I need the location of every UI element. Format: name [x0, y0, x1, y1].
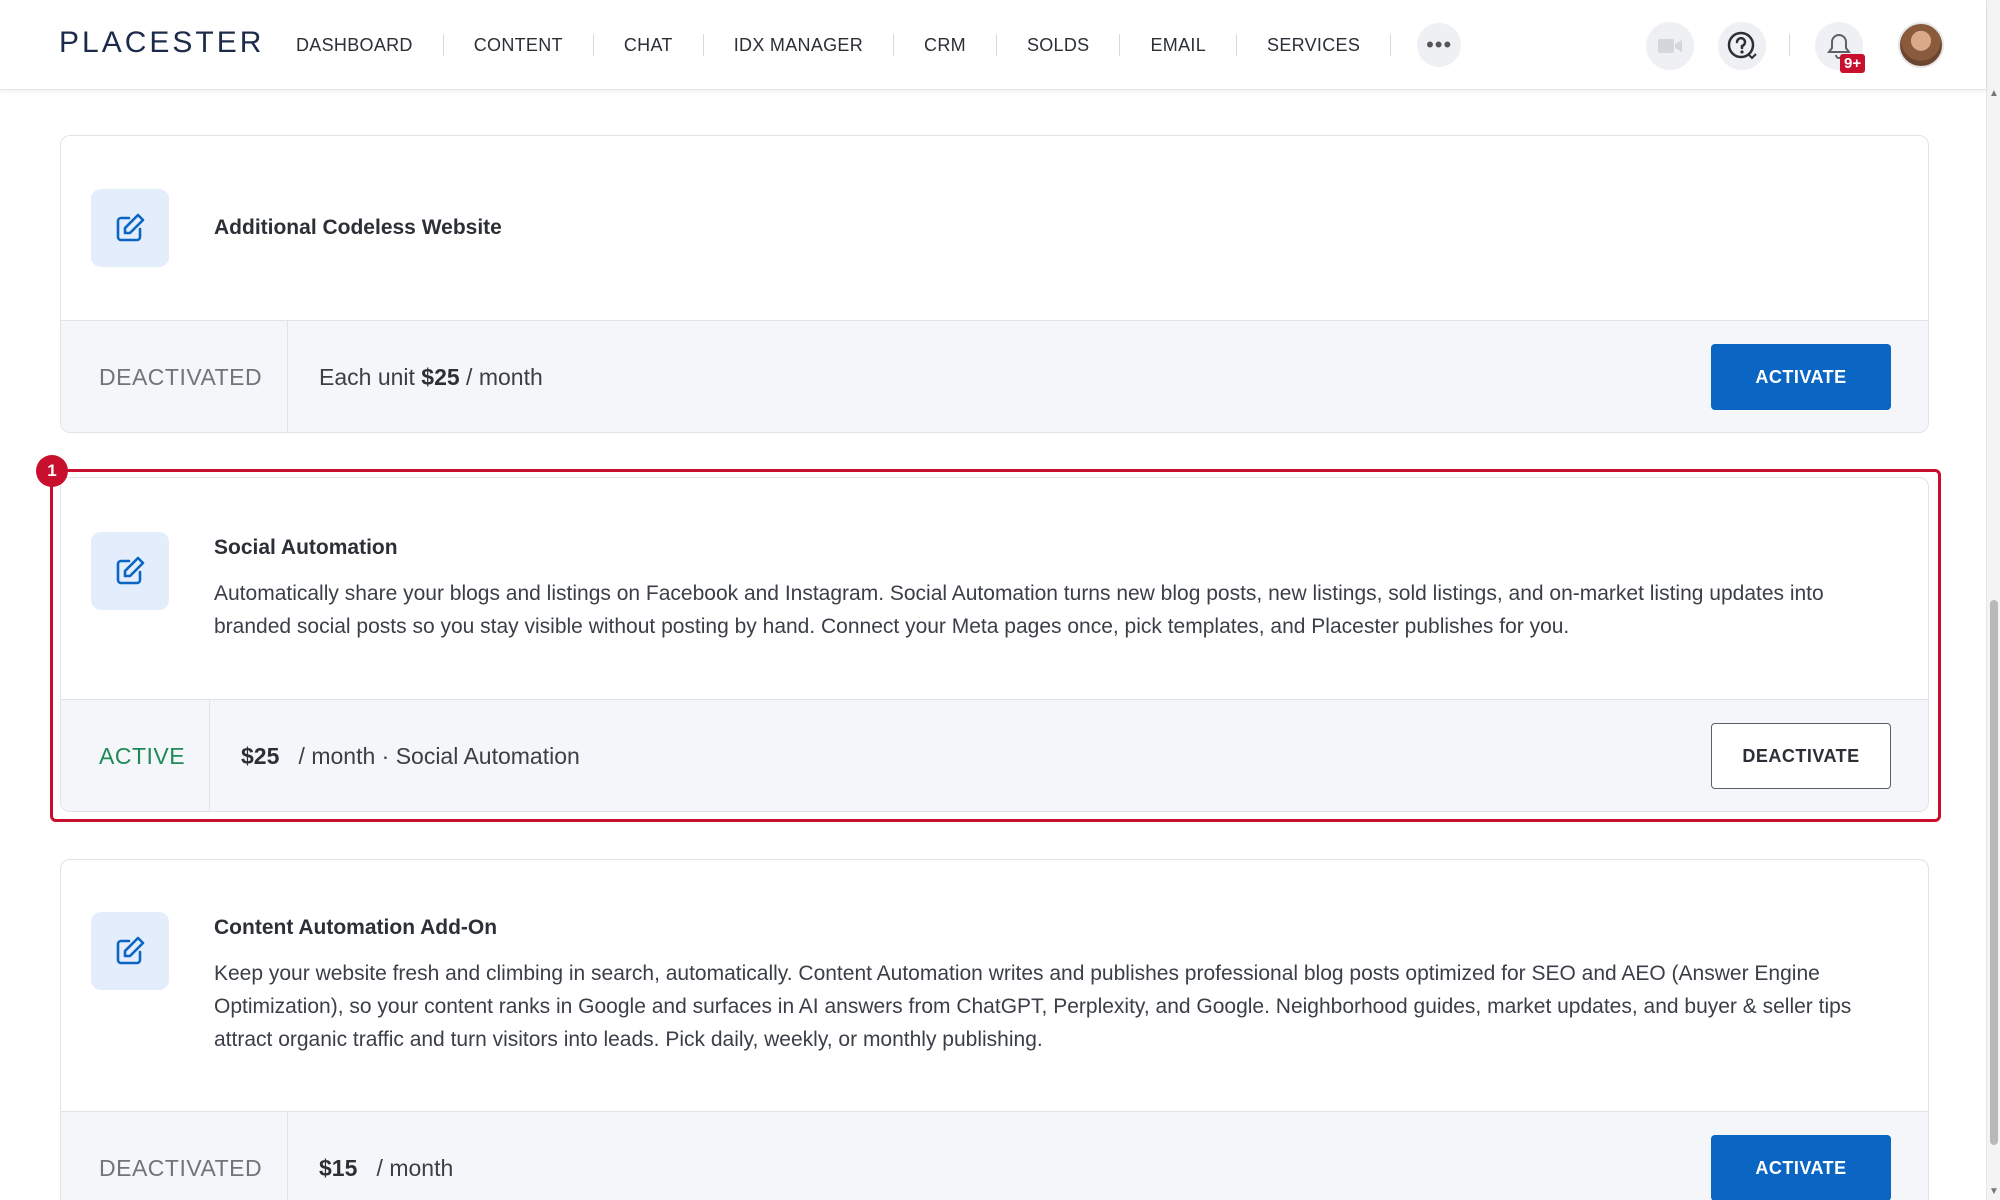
page-scrollbar[interactable]: ▲ ▼: [1986, 0, 2000, 1200]
header-divider: [1789, 34, 1790, 56]
price-amount: $25: [241, 743, 280, 769]
edit-addon-button[interactable]: [91, 532, 169, 610]
scroll-up-arrow[interactable]: ▲: [1989, 88, 1999, 99]
nav-content[interactable]: CONTENT: [444, 34, 594, 56]
status-label: DEACTIVATED: [61, 1112, 288, 1200]
addon-title: Social Automation: [214, 536, 398, 559]
price-text: $25 / month · Social Automation: [241, 700, 580, 811]
addon-footer: ACTIVE $25 / month · Social Automation D…: [61, 699, 1928, 811]
video-camera-button[interactable]: [1646, 22, 1694, 70]
edit-icon: [116, 936, 145, 965]
activate-button[interactable]: ACTIVATE: [1711, 1135, 1891, 1200]
main-nav: DASHBOARD CONTENT CHAT IDX MANAGER CRM S…: [296, 0, 1462, 90]
notification-count-badge: 9+: [1840, 54, 1866, 73]
more-menu-button[interactable]: •••: [1417, 23, 1462, 67]
nav-dashboard[interactable]: DASHBOARD: [296, 34, 444, 56]
addon-card-social-automation: Social Automation Automatically share yo…: [60, 477, 1929, 812]
price-suffix: / month: [357, 1155, 454, 1181]
addon-card-content-automation: Content Automation Add-On Keep your webs…: [60, 859, 1929, 1200]
addon-title: Additional Codeless Website: [214, 216, 502, 239]
video-camera-icon: [1658, 39, 1682, 53]
price-text: Each unit $25 / month: [319, 321, 543, 432]
edit-icon: [116, 213, 145, 242]
placester-logo[interactable]: PLACESTER: [59, 26, 264, 60]
nav-services[interactable]: SERVICES: [1237, 34, 1392, 56]
scroll-down-arrow[interactable]: ▼: [1989, 1186, 1999, 1197]
edit-icon: [116, 556, 145, 585]
scrollbar-thumb[interactable]: [1990, 600, 1998, 1145]
price-prefix: Each unit: [319, 364, 422, 390]
price-text: $15 / month: [319, 1112, 453, 1200]
price-amount: $25: [421, 364, 460, 390]
addon-title: Content Automation Add-On: [214, 916, 498, 939]
nav-idx-manager[interactable]: IDX MANAGER: [704, 34, 895, 56]
price-amount: $15: [319, 1155, 358, 1181]
addon-card-codeless-website: Additional Codeless Website DEACTIVATED …: [60, 135, 1929, 433]
status-label: ACTIVE: [61, 700, 210, 811]
nav-chat[interactable]: CHAT: [594, 34, 704, 56]
edit-addon-button[interactable]: [91, 912, 169, 990]
addon-description: Automatically share your blogs and listi…: [214, 582, 1824, 638]
highlight-number-badge: 1: [36, 455, 68, 487]
deactivate-button[interactable]: DEACTIVATE: [1711, 723, 1891, 789]
nav-email[interactable]: EMAIL: [1120, 34, 1238, 56]
top-navigation-bar: PLACESTER DASHBOARD CONTENT CHAT IDX MAN…: [0, 0, 1986, 90]
nav-solds[interactable]: SOLDS: [997, 34, 1121, 56]
addon-footer: DEACTIVATED $15 / month ACTIVATE: [61, 1111, 1928, 1200]
nav-crm[interactable]: CRM: [894, 34, 997, 56]
help-button[interactable]: [1718, 22, 1766, 70]
price-suffix: / month · Social Automation: [279, 743, 580, 769]
price-suffix: / month: [459, 364, 543, 390]
edit-addon-button[interactable]: [91, 189, 169, 267]
help-icon: [1727, 31, 1757, 60]
user-avatar[interactable]: [1898, 22, 1944, 68]
activate-button[interactable]: ACTIVATE: [1711, 344, 1891, 410]
addon-description: Keep your website fresh and climbing in …: [214, 962, 1852, 1051]
status-label: DEACTIVATED: [61, 321, 288, 432]
addon-footer: DEACTIVATED Each unit $25 / month ACTIVA…: [61, 320, 1928, 432]
